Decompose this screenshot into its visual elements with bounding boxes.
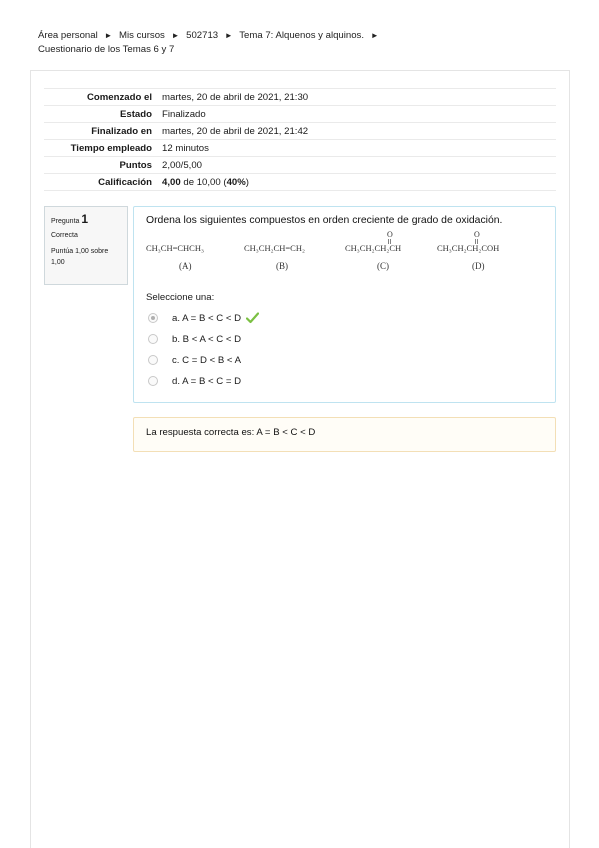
answer-option-a[interactable]: a. A = B < C < D (148, 311, 260, 325)
grade-score: 4,00 (162, 176, 181, 188)
grade-value: 4,00 de 10,00 (40%) (160, 174, 556, 191)
summary-value: martes, 20 de abril de 2021, 21:42 (162, 125, 309, 137)
breadcrumb-separator-icon: ► (224, 31, 233, 40)
table-row: Tiempo empleado 12 minutos (44, 139, 556, 157)
formula-c-id: (C) (377, 261, 389, 271)
answer-option-b[interactable]: b. B < A < C < D (148, 332, 241, 346)
radio-button-d[interactable] (148, 376, 158, 386)
breadcrumb-item-course[interactable]: 502713 (186, 30, 218, 41)
answer-option-c[interactable]: c. C = D < B < A (148, 353, 241, 367)
grade-middle: de 10,00 ( (180, 176, 227, 188)
table-row: Finalizado en martes, 20 de abril de 202… (44, 122, 556, 140)
option-label: c. C = D < B < A (172, 354, 242, 366)
table-row: Calificación 4,00 de 10,00 (40%) (44, 173, 556, 191)
correct-check-icon (246, 312, 260, 324)
formula-d: CH₃CH₂CH₂COH (437, 243, 499, 253)
question-info-box: Pregunta 1 Correcta Puntúa 1,00 sobre 1,… (44, 206, 128, 285)
radio-button-c[interactable] (148, 355, 158, 365)
correct-answer-text: La respuesta correcta es: A = B < C < D (146, 427, 316, 438)
summary-label: Tiempo empleado (70, 142, 152, 154)
radio-button-a[interactable] (148, 313, 158, 323)
summary-value: Finalizado (162, 108, 206, 120)
summary-label: Comenzado el (86, 91, 152, 103)
option-label: a. A = B < C < D (172, 312, 242, 324)
attempt-summary-table: Comenzado el martes, 20 de abril de 2021… (44, 88, 556, 191)
table-row: Puntos 2,00/5,00 (44, 156, 556, 174)
question-state: Correcta (51, 232, 78, 239)
grade-percent: 40% (226, 176, 246, 188)
breadcrumb-item-area-personal[interactable]: Área personal (38, 30, 98, 41)
breadcrumb-separator-icon: ► (171, 31, 180, 40)
breadcrumb-separator-icon: ► (370, 31, 379, 40)
summary-label: Estado (120, 108, 152, 120)
table-row: Estado Finalizado (44, 105, 556, 123)
summary-label: Finalizado en (91, 125, 152, 137)
feedback-box: La respuesta correcta es: A = B < C < D (133, 417, 556, 452)
summary-label: Puntos (119, 159, 152, 171)
question-content-box: Ordena los siguientes compuestos en orde… (133, 206, 556, 403)
formula-c: CH₃CH₂CH₂CH (345, 243, 401, 253)
breadcrumb-item-topic[interactable]: Tema 7: Alquenos y alquinos. (239, 30, 364, 41)
breadcrumb-item-quiz[interactable]: Cuestionario de los Temas 6 y 7 (38, 44, 174, 55)
question-label: Pregunta (51, 218, 80, 225)
formula-b-id: (B) (276, 261, 288, 271)
breadcrumb-item-mis-cursos[interactable]: Mis cursos (119, 30, 165, 41)
compound-formulas-image: CH₃CH=CHCH₃ (A) CH₃CH₂CH=CH₂ (B) O CH₃CH… (146, 231, 499, 271)
question-mark: Puntúa 1,00 sobre 1,00 (51, 248, 109, 266)
select-one-label: Seleccione una: (146, 292, 215, 303)
formula-d-id: (D) (472, 261, 485, 271)
grade-label: Calificación (98, 176, 152, 188)
question-number: 1 (81, 212, 89, 226)
breadcrumb-separator-icon: ► (104, 31, 113, 40)
question-text: Ordena los siguientes compuestos en orde… (146, 215, 503, 226)
formula-b: CH₃CH₂CH=CH₂ (244, 243, 305, 253)
formula-d-oxygen: O (474, 231, 480, 239)
option-label: b. B < A < C < D (172, 333, 242, 345)
question-number-line: Pregunta 1 (51, 212, 121, 229)
summary-value: 12 minutos (162, 142, 209, 154)
formula-a: CH₃CH=CHCH₃ (146, 243, 204, 253)
summary-value: 2,00/5,00 (162, 159, 203, 171)
formula-a-id: (A) (179, 261, 192, 271)
option-label: d. A = B < C = D (172, 375, 242, 387)
table-row: Comenzado el martes, 20 de abril de 2021… (44, 88, 556, 106)
answer-option-d[interactable]: d. A = B < C = D (148, 374, 241, 388)
radio-button-b[interactable] (148, 334, 158, 344)
grade-end: ) (245, 176, 249, 188)
formula-c-oxygen: O (387, 231, 393, 239)
breadcrumb: Área personal ► Mis cursos ► 502713 ► Te… (38, 29, 558, 57)
summary-value: martes, 20 de abril de 2021, 21:30 (162, 91, 309, 103)
